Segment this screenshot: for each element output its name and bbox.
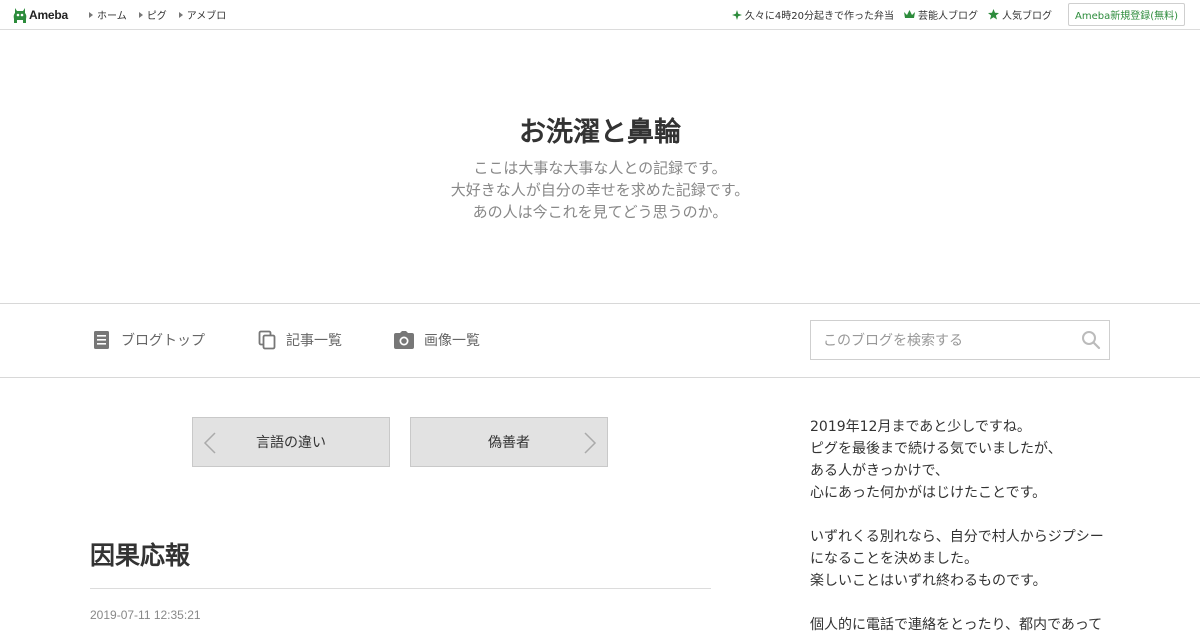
popular-blog-label: 人気ブログ (1001, 11, 1052, 22)
blog-description-line: あの人は今これを見てどう思うのか。 (472, 203, 728, 221)
blog-title[interactable]: お洗濯と鼻輪 (0, 110, 1200, 149)
image-list-label: 画像一覧 (424, 333, 480, 349)
sidebar-text-line: 2019年12月まであと少しですね。 (810, 419, 1031, 435)
nav-link-label: ピグ (146, 11, 167, 22)
prev-article-label: 言語の違い (256, 435, 326, 451)
document-icon (94, 331, 109, 349)
sidebar-text-line: ある人がきっかけで、 (810, 463, 949, 479)
image-list-link[interactable]: 画像一覧 (394, 330, 480, 350)
sparkle-icon (731, 9, 742, 20)
celebrity-blog-label: 芸能人ブログ (917, 11, 978, 22)
register-button[interactable]: Ameba新規登録(無料) (1067, 3, 1185, 26)
blog-nav: ブログトップ 記事一覧 画像一覧 (0, 303, 1200, 378)
blog-top-label: ブログトップ (121, 333, 205, 349)
sidebar-text-line: 個人的に電話で連絡をとったり、都内であって (810, 617, 1103, 633)
logo-text: Ameba (29, 8, 69, 22)
nav-link-home[interactable]: ホーム (89, 7, 127, 22)
nav-link-label: ホーム (97, 11, 127, 22)
ameba-logo-icon (13, 7, 27, 23)
article-date: 2019-07-11 12:35:21 (90, 608, 201, 622)
ameba-logo[interactable]: Ameba (13, 6, 68, 24)
search-icon[interactable] (1081, 330, 1101, 350)
popular-blog-link[interactable]: 人気ブログ (987, 7, 1052, 22)
global-nav: ホーム ピグ アメブロ (89, 0, 238, 29)
blog-description-line: 大好きな人が自分の幸せを求めた記録です。 (450, 181, 750, 199)
article-title[interactable]: 因果応報 (90, 536, 190, 572)
sidebar-text-line: 心にあった何かがはじけたことです。 (810, 485, 1047, 501)
camera-icon (394, 331, 414, 349)
article-divider (90, 588, 711, 589)
caret-right-icon (178, 11, 183, 18)
blog-description: ここは大事な大事な人との記録です。 大好きな人が自分の幸せを求めた記録です。 あ… (0, 157, 1200, 223)
global-header: Ameba ホーム ピグ アメブロ 久々に4時20分起きで作った弁当 芸能人ブロ… (0, 0, 1200, 30)
blog-description-line: ここは大事な大事な人との記録です。 (473, 159, 727, 177)
blog-search-input[interactable] (821, 330, 1075, 352)
trending-topic-label: 久々に4時20分起きで作った弁当 (744, 11, 894, 22)
trending-topic-link[interactable]: 久々に4時20分起きで作った弁当 (731, 7, 894, 22)
celebrity-blog-link[interactable]: 芸能人ブログ (903, 7, 978, 22)
sidebar-text-line: 楽しいことはいずれ終わるものです。 (810, 573, 1047, 589)
next-article-label: 偽善者 (488, 435, 530, 451)
crown-icon (903, 10, 915, 18)
sidebar-text-line: になることを決めました。 (810, 551, 978, 567)
nav-link-pigg[interactable]: ピグ (138, 7, 167, 22)
sidebar-text-line: ピグを最後まで続ける気でいましたが、 (810, 441, 1062, 457)
nav-link-label: アメブロ (186, 11, 227, 22)
chevron-left-icon (203, 432, 216, 454)
prev-article-button[interactable]: 言語の違い (192, 417, 390, 467)
blog-search (810, 320, 1110, 360)
copy-icon (258, 330, 276, 350)
header-right-links: 久々に4時20分起きで作った弁当 芸能人ブログ 人気ブログ Ameba新規登録(… (731, 0, 1185, 29)
chevron-right-icon (584, 432, 597, 454)
star-icon (987, 9, 999, 20)
caret-right-icon (138, 11, 143, 18)
next-article-button[interactable]: 偽善者 (410, 417, 608, 467)
article-list-link[interactable]: 記事一覧 (258, 330, 342, 350)
blog-top-link[interactable]: ブログトップ (93, 330, 205, 350)
article-list-label: 記事一覧 (286, 333, 342, 349)
sidebar-profile-text: 2019年12月まであと少しですね。 ピグを最後まで続ける気でいましたが、 ある… (810, 416, 1110, 636)
caret-right-icon (89, 11, 93, 18)
sidebar-text-line: いずれくる別れなら、自分で村人からジプシー (810, 529, 1104, 545)
nav-link-ameblo[interactable]: アメブロ (178, 7, 227, 22)
